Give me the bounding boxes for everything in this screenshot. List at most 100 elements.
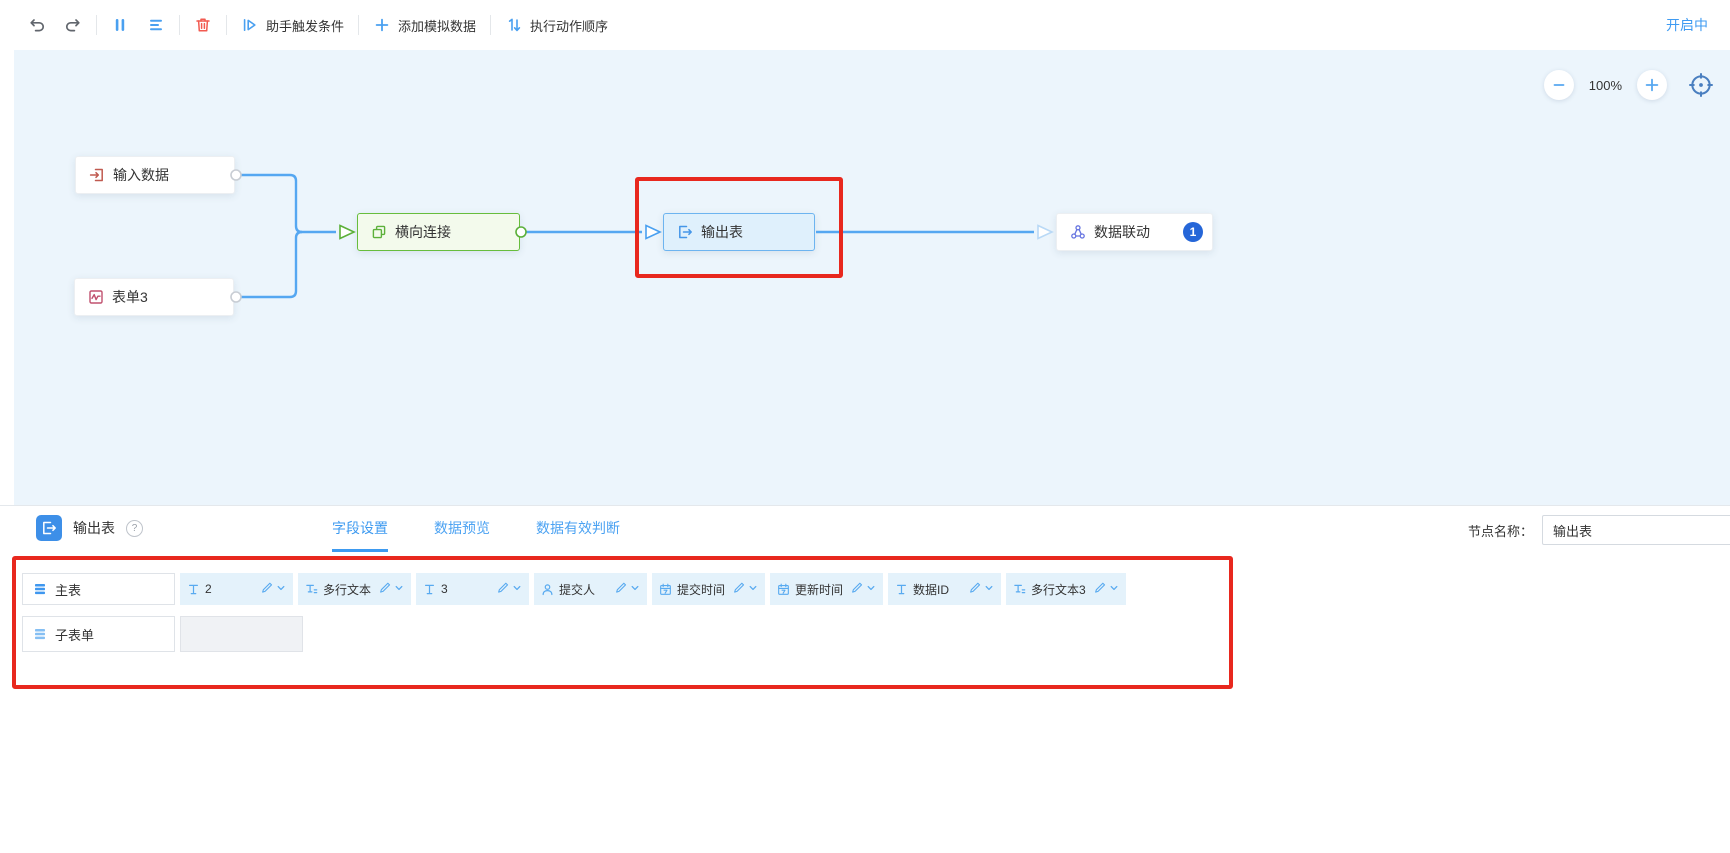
connection-wires bbox=[0, 50, 1730, 505]
node-form3[interactable]: 表单3 bbox=[74, 278, 234, 316]
linked-circles-icon bbox=[1070, 224, 1086, 240]
node-output-table[interactable]: 输出表 bbox=[663, 213, 815, 251]
field-chip[interactable]: 3 bbox=[416, 573, 529, 605]
canvas-left-gutter bbox=[0, 50, 14, 505]
zoom-in-button[interactable] bbox=[1637, 70, 1667, 100]
zoom-out-button[interactable] bbox=[1544, 70, 1574, 100]
sub-table-cell: 子表单 bbox=[22, 616, 175, 652]
node-data-linkage[interactable]: 数据联动 1 bbox=[1056, 213, 1213, 251]
tab-field-settings[interactable]: 字段设置 bbox=[332, 518, 388, 552]
node-name-label: 节点名称： bbox=[1468, 521, 1533, 540]
chip-actions bbox=[614, 581, 640, 597]
crosshair-target-icon[interactable] bbox=[1688, 72, 1714, 98]
node-label: 输出表 bbox=[701, 222, 743, 242]
field-chip[interactable]: 多行文本 bbox=[298, 573, 411, 605]
text-field-icon bbox=[423, 583, 436, 596]
plus-icon bbox=[373, 16, 391, 34]
field-label: 3 bbox=[441, 582, 448, 596]
chevron-down-icon[interactable] bbox=[866, 582, 876, 596]
field-chip[interactable]: 多行文本3 bbox=[1006, 573, 1126, 605]
node-label: 表单3 bbox=[112, 287, 148, 307]
chip-actions bbox=[850, 581, 876, 597]
toolbar-divider bbox=[179, 15, 180, 35]
top-toolbar: 助手触发条件 添加模拟数据 执行动作顺序 开启中 bbox=[0, 0, 1730, 50]
horizontal-lines-icon[interactable] bbox=[147, 16, 165, 34]
field-label: 数据ID bbox=[913, 581, 949, 598]
field-label: 多行文本3 bbox=[1031, 581, 1086, 598]
edit-icon[interactable] bbox=[614, 581, 627, 597]
flow-canvas[interactable]: 输入数据 表单3 横向连接 输出表 数据联动 1 100% bbox=[0, 50, 1730, 505]
edit-icon[interactable] bbox=[850, 581, 863, 597]
chevron-down-icon[interactable] bbox=[748, 582, 758, 596]
chevron-down-icon[interactable] bbox=[1109, 582, 1119, 596]
field-chip[interactable]: 提交时间 bbox=[652, 573, 765, 605]
workflow-editor: 助手触发条件 添加模拟数据 执行动作顺序 开启中 bbox=[0, 0, 1730, 853]
field-chip[interactable]: 更新时间 bbox=[770, 573, 883, 605]
edit-icon[interactable] bbox=[732, 581, 745, 597]
chevron-down-icon[interactable] bbox=[630, 582, 640, 596]
panel-title-group: 输出表 ? bbox=[36, 515, 143, 541]
field-chip[interactable]: 提交人 bbox=[534, 573, 647, 605]
empty-field-slot[interactable] bbox=[180, 616, 303, 652]
field-label: 提交人 bbox=[559, 581, 595, 598]
edit-icon[interactable] bbox=[968, 581, 981, 597]
add-mock-data-button[interactable]: 添加模拟数据 bbox=[373, 16, 476, 35]
import-icon bbox=[89, 167, 105, 183]
edit-icon[interactable] bbox=[260, 581, 273, 597]
node-input-data[interactable]: 输入数据 bbox=[75, 156, 235, 194]
input-arrow-pale bbox=[1038, 226, 1052, 239]
main-table-label: 主表 bbox=[55, 580, 81, 599]
assistant-trigger-label: 助手触发条件 bbox=[266, 16, 344, 35]
zoom-level: 100% bbox=[1589, 78, 1622, 93]
chip-actions bbox=[732, 581, 758, 597]
add-mock-data-label: 添加模拟数据 bbox=[398, 16, 476, 35]
trash-icon[interactable] bbox=[194, 16, 212, 34]
field-chip[interactable]: 数据ID bbox=[888, 573, 1001, 605]
edit-icon[interactable] bbox=[1093, 581, 1106, 597]
chevron-down-icon[interactable] bbox=[276, 582, 286, 596]
edit-icon[interactable] bbox=[378, 581, 391, 597]
redo-icon[interactable] bbox=[64, 16, 82, 34]
main-table-cell: 主表 bbox=[22, 573, 175, 605]
node-horizontal-join[interactable]: 横向连接 bbox=[357, 213, 520, 251]
field-settings-area: 主表 2 多行文本 bbox=[0, 552, 1730, 853]
chevron-down-icon[interactable] bbox=[512, 582, 522, 596]
field-chip[interactable]: 2 bbox=[180, 573, 293, 605]
main-table-row: 主表 2 多行文本 bbox=[22, 573, 1131, 605]
help-icon[interactable]: ? bbox=[126, 520, 143, 537]
tab-data-preview[interactable]: 数据预览 bbox=[434, 518, 490, 552]
export-icon bbox=[36, 515, 62, 541]
chevron-down-icon[interactable] bbox=[984, 582, 994, 596]
action-order-button[interactable]: 执行动作顺序 bbox=[505, 16, 608, 35]
user-field-icon bbox=[541, 583, 554, 596]
text-field-icon bbox=[895, 583, 908, 596]
overlap-squares-icon bbox=[371, 224, 387, 240]
node-label: 数据联动 bbox=[1094, 222, 1150, 242]
toolbar-divider bbox=[358, 15, 359, 35]
undo-icon[interactable] bbox=[28, 16, 46, 34]
input-arrow-blue bbox=[646, 226, 660, 239]
multiline-field-icon bbox=[305, 583, 318, 596]
text-field-icon bbox=[187, 583, 200, 596]
chevron-down-icon[interactable] bbox=[394, 582, 404, 596]
tab-data-validity[interactable]: 数据有效判断 bbox=[536, 518, 620, 552]
chip-actions bbox=[378, 581, 404, 597]
field-label: 2 bbox=[205, 582, 212, 596]
toolbar-divider bbox=[226, 15, 227, 35]
field-label: 多行文本 bbox=[323, 581, 371, 598]
field-label: 提交时间 bbox=[677, 581, 725, 598]
node-label: 输入数据 bbox=[113, 165, 169, 185]
bottom-panel: 输出表 ? 字段设置 数据预览 数据有效判断 节点名称： 主表 bbox=[0, 505, 1730, 853]
input-arrow-green bbox=[340, 226, 354, 239]
field-chip-list: 2 多行文本 bbox=[180, 573, 1131, 605]
assistant-trigger-button[interactable]: 助手触发条件 bbox=[241, 16, 344, 35]
zoom-controls: 100% bbox=[1544, 70, 1714, 100]
node-name-input[interactable] bbox=[1542, 515, 1730, 545]
vertical-bars-icon[interactable] bbox=[111, 16, 129, 34]
table-rows-icon bbox=[33, 627, 47, 641]
status-link[interactable]: 开启中 bbox=[1666, 15, 1730, 35]
action-order-label: 执行动作顺序 bbox=[530, 16, 608, 35]
chip-actions bbox=[496, 581, 522, 597]
date-field-icon bbox=[659, 583, 672, 596]
edit-icon[interactable] bbox=[496, 581, 509, 597]
